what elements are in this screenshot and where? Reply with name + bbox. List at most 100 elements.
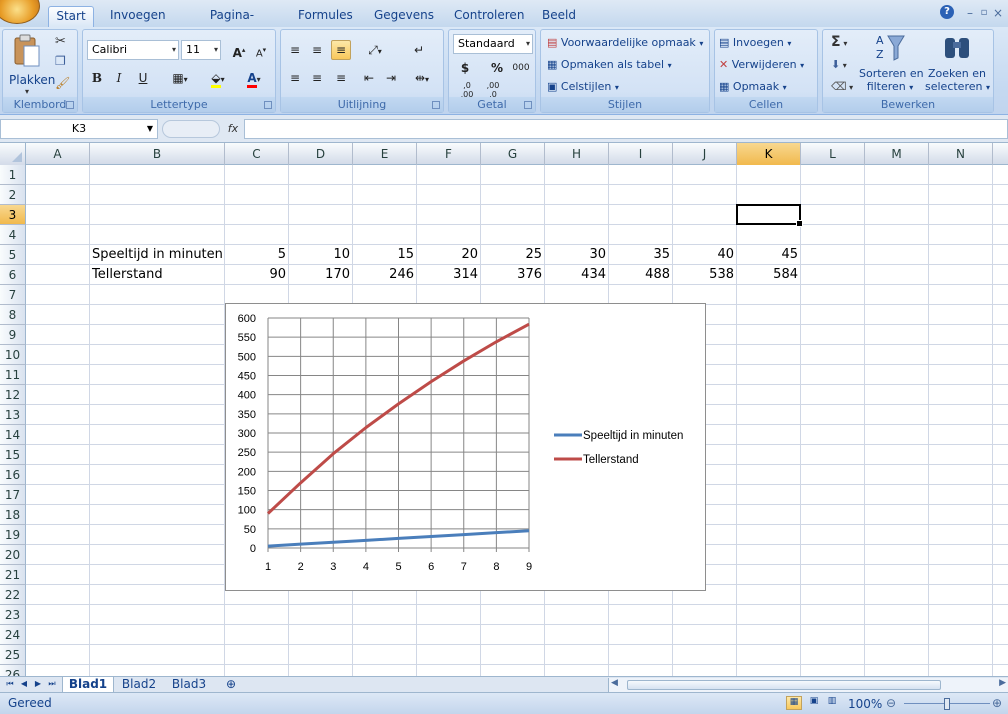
cell-e5[interactable]: 15 xyxy=(353,245,416,265)
italic-button[interactable]: I xyxy=(109,68,129,88)
align-right-icon[interactable]: ≡ xyxy=(331,68,351,88)
cell-styles-button[interactable]: ▣ Celstijlen ▾ xyxy=(547,80,619,93)
orientation-icon[interactable]: ⤢▾ xyxy=(361,40,389,60)
column-header-n[interactable]: N xyxy=(929,143,993,165)
row-header-20[interactable]: 20 xyxy=(0,545,26,565)
last-sheet-icon[interactable]: ⏭ xyxy=(46,677,58,693)
cell-g5[interactable]: 25 xyxy=(481,245,544,265)
name-box[interactable]: K3 ▼ xyxy=(0,119,158,139)
font-color-icon[interactable]: A▾ xyxy=(239,68,269,88)
cell-b5[interactable]: Speeltijd in minuten xyxy=(90,245,225,265)
borders-icon[interactable]: ▦▾ xyxy=(167,68,193,88)
currency-button[interactable]: $ xyxy=(455,58,475,78)
cell-c6[interactable]: 90 xyxy=(225,265,288,285)
row-header-26[interactable]: 26 xyxy=(0,665,26,676)
prev-sheet-icon[interactable]: ◀ xyxy=(18,677,30,693)
zoom-level[interactable]: 100% xyxy=(848,697,882,711)
row-header-14[interactable]: 14 xyxy=(0,425,26,445)
shrink-font-icon[interactable]: A▾ xyxy=(251,40,271,60)
cell-f6[interactable]: 314 xyxy=(417,265,480,285)
close-icon[interactable]: × xyxy=(990,5,1006,21)
sheet-tab-blad3[interactable]: Blad3 xyxy=(166,677,212,693)
normal-view-icon[interactable]: ▦ xyxy=(786,696,802,710)
format-painter-icon[interactable]: 🖌 xyxy=(55,76,70,90)
select-all-corner[interactable] xyxy=(0,143,26,165)
cell-e6[interactable]: 246 xyxy=(353,265,416,285)
insert-cells-button[interactable]: ▤ Invoegen ▾ xyxy=(719,36,791,49)
row-header-11[interactable]: 11 xyxy=(0,365,26,385)
row-header-3[interactable]: 3 xyxy=(0,205,26,225)
tab-gegevens[interactable]: Gegevens xyxy=(368,6,434,27)
row-header-5[interactable]: 5 xyxy=(0,245,26,265)
cell-i5[interactable]: 35 xyxy=(609,245,672,265)
help-icon[interactable]: ? xyxy=(940,5,954,19)
column-header-e[interactable]: E xyxy=(353,143,417,165)
number-format-select[interactable]: Standaard ▾ xyxy=(453,34,533,54)
align-bottom-icon[interactable]: ≡ xyxy=(331,40,351,60)
row-header-9[interactable]: 9 xyxy=(0,325,26,345)
align-top-icon[interactable]: ≡ xyxy=(285,40,305,60)
fill-color-icon[interactable]: ⬙▾ xyxy=(203,68,233,88)
fill-icon[interactable]: ⬇ ▾ xyxy=(831,58,847,71)
page-break-view-icon[interactable]: ▥ xyxy=(824,696,840,710)
grow-font-icon[interactable]: A▴ xyxy=(229,40,249,60)
cell-c5[interactable]: 5 xyxy=(225,245,288,265)
row-header-24[interactable]: 24 xyxy=(0,625,26,645)
sheet-tab-blad2[interactable]: Blad2 xyxy=(116,677,162,693)
zoom-slider-thumb[interactable] xyxy=(944,698,950,710)
increase-indent-icon[interactable]: ⇥ xyxy=(381,68,401,88)
paste-button[interactable]: Plakken ▾ xyxy=(9,34,55,98)
row-header-21[interactable]: 21 xyxy=(0,565,26,585)
zoom-in-icon[interactable]: ⊕ xyxy=(992,696,1002,710)
tab-formules[interactable]: Formules xyxy=(292,6,354,27)
row-header-6[interactable]: 6 xyxy=(0,265,26,285)
sheet-tab-blad1[interactable]: Blad1 xyxy=(62,677,114,693)
column-header-l[interactable]: L xyxy=(801,143,865,165)
tab-pagina-indeling[interactable]: Pagina-indeling xyxy=(180,6,284,41)
align-left-icon[interactable]: ≡ xyxy=(285,68,305,88)
align-middle-icon[interactable]: ≡ xyxy=(307,40,327,60)
wrap-text-icon[interactable]: ↵ xyxy=(409,40,429,60)
row-header-4[interactable]: 4 xyxy=(0,225,26,245)
cell-d6[interactable]: 170 xyxy=(289,265,352,285)
thousands-button[interactable]: 000 xyxy=(509,58,533,78)
percent-button[interactable]: % xyxy=(487,58,507,78)
row-header-25[interactable]: 25 xyxy=(0,645,26,665)
cell-h6[interactable]: 434 xyxy=(545,265,608,285)
cell-k6[interactable]: 584 xyxy=(737,265,800,285)
conditional-formatting-button[interactable]: ▤ Voorwaardelijke opmaak ▾ xyxy=(547,36,703,49)
column-header-j[interactable]: J xyxy=(673,143,737,165)
row-header-10[interactable]: 10 xyxy=(0,345,26,365)
delete-cells-button[interactable]: ✕ Verwijderen ▾ xyxy=(719,58,804,71)
cell-h5[interactable]: 30 xyxy=(545,245,608,265)
line-chart[interactable]: 0 50 100 150 200 250 300 350 400 450 500 550 600 1 2 3 4… xyxy=(225,303,706,591)
copy-icon[interactable]: ❐ xyxy=(55,54,66,68)
row-header-8[interactable]: 8 xyxy=(0,305,26,325)
cell-j5[interactable]: 40 xyxy=(673,245,736,265)
row-header-22[interactable]: 22 xyxy=(0,585,26,605)
formula-input[interactable] xyxy=(244,119,1008,139)
row-header-13[interactable]: 13 xyxy=(0,405,26,425)
next-sheet-icon[interactable]: ▶ xyxy=(32,677,44,693)
column-header-c[interactable]: C xyxy=(225,143,289,165)
row-header-16[interactable]: 16 xyxy=(0,465,26,485)
cell-j6[interactable]: 538 xyxy=(673,265,736,285)
column-header-i[interactable]: I xyxy=(609,143,673,165)
first-sheet-icon[interactable]: ⏮ xyxy=(4,677,16,693)
row-header-18[interactable]: 18 xyxy=(0,505,26,525)
cell-g6[interactable]: 376 xyxy=(481,265,544,285)
row-header-12[interactable]: 12 xyxy=(0,385,26,405)
align-center-icon[interactable]: ≡ xyxy=(307,68,327,88)
formula-zoom-control[interactable] xyxy=(162,120,220,138)
column-header-b[interactable]: B xyxy=(90,143,225,165)
find-select-button[interactable]: Zoeken en selecteren ▾ xyxy=(925,32,990,93)
decrease-indent-icon[interactable]: ⇤ xyxy=(359,68,379,88)
cut-icon[interactable]: ✂ xyxy=(55,34,66,49)
format-as-table-button[interactable]: ▦ Opmaken als tabel ▾ xyxy=(547,58,672,71)
font-name-select[interactable]: Calibri ▾ xyxy=(87,40,179,60)
scroll-right-icon[interactable]: ▶ xyxy=(999,678,1006,688)
insert-function-icon[interactable]: fx xyxy=(222,119,244,139)
column-header-a[interactable]: A xyxy=(26,143,90,165)
scroll-left-icon[interactable]: ◀ xyxy=(611,678,618,688)
cell-f5[interactable]: 20 xyxy=(417,245,480,265)
